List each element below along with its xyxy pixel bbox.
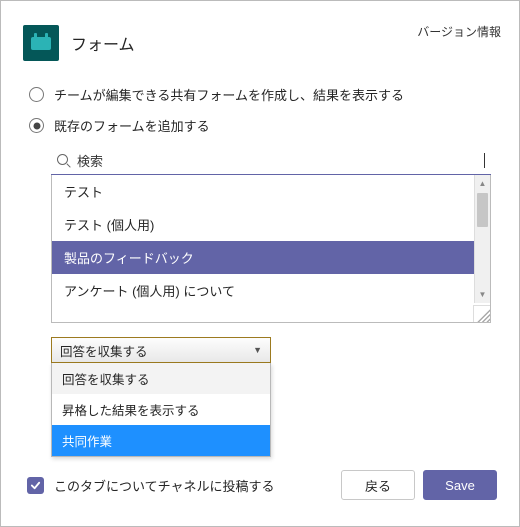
version-info-link[interactable]: バージョン情報 bbox=[417, 23, 501, 40]
search-text: 検索 bbox=[77, 151, 480, 170]
select-value: 回答を収集する bbox=[60, 341, 148, 360]
scrollbar[interactable]: ▲ ▼ bbox=[474, 175, 490, 303]
list-item[interactable]: 製品のフィードバック bbox=[52, 241, 490, 274]
post-to-channel-checkbox[interactable] bbox=[27, 477, 44, 494]
select-option[interactable]: 回答を収集する bbox=[52, 363, 270, 394]
search-icon bbox=[57, 154, 71, 168]
resize-handle-icon[interactable] bbox=[473, 305, 490, 322]
chevron-down-icon: ▼ bbox=[253, 345, 262, 355]
action-select[interactable]: 回答を収集する ▼ bbox=[51, 337, 271, 363]
forms-dropdown-list[interactable]: テスト テスト (個人用) 製品のフィードバック アンケート (個人用) につい… bbox=[51, 175, 491, 323]
search-input[interactable]: 検索 bbox=[51, 147, 491, 175]
check-icon bbox=[30, 480, 41, 491]
list-item[interactable]: テスト (個人用) bbox=[52, 208, 490, 241]
app-title: フォーム bbox=[71, 31, 135, 55]
radio-icon[interactable] bbox=[29, 118, 44, 133]
text-caret bbox=[484, 153, 485, 168]
scroll-up-icon[interactable]: ▲ bbox=[475, 175, 490, 192]
option-create-shared-form[interactable]: チームが編集できる共有フォームを作成し、結果を表示する bbox=[29, 85, 491, 104]
select-option[interactable]: 昇格した結果を表示する bbox=[52, 394, 270, 425]
save-button[interactable]: Save bbox=[423, 470, 497, 500]
option-add-existing-form[interactable]: 既存のフォームを追加する bbox=[29, 116, 491, 135]
list-item[interactable]: テスト bbox=[52, 175, 490, 208]
option-label: チームが編集できる共有フォームを作成し、結果を表示する bbox=[54, 85, 404, 104]
list-item[interactable]: アンケート (個人用) について bbox=[52, 274, 490, 322]
scroll-thumb[interactable] bbox=[477, 193, 488, 227]
post-to-channel-label: このタブについてチャネルに投稿する bbox=[54, 476, 333, 495]
forms-app-icon bbox=[23, 25, 59, 61]
radio-icon[interactable] bbox=[29, 87, 44, 102]
action-select-menu: 回答を収集する 昇格した結果を表示する 共同作業 bbox=[51, 363, 271, 457]
back-button[interactable]: 戻る bbox=[341, 470, 415, 500]
scroll-down-icon[interactable]: ▼ bbox=[475, 286, 490, 303]
option-label: 既存のフォームを追加する bbox=[54, 116, 210, 135]
